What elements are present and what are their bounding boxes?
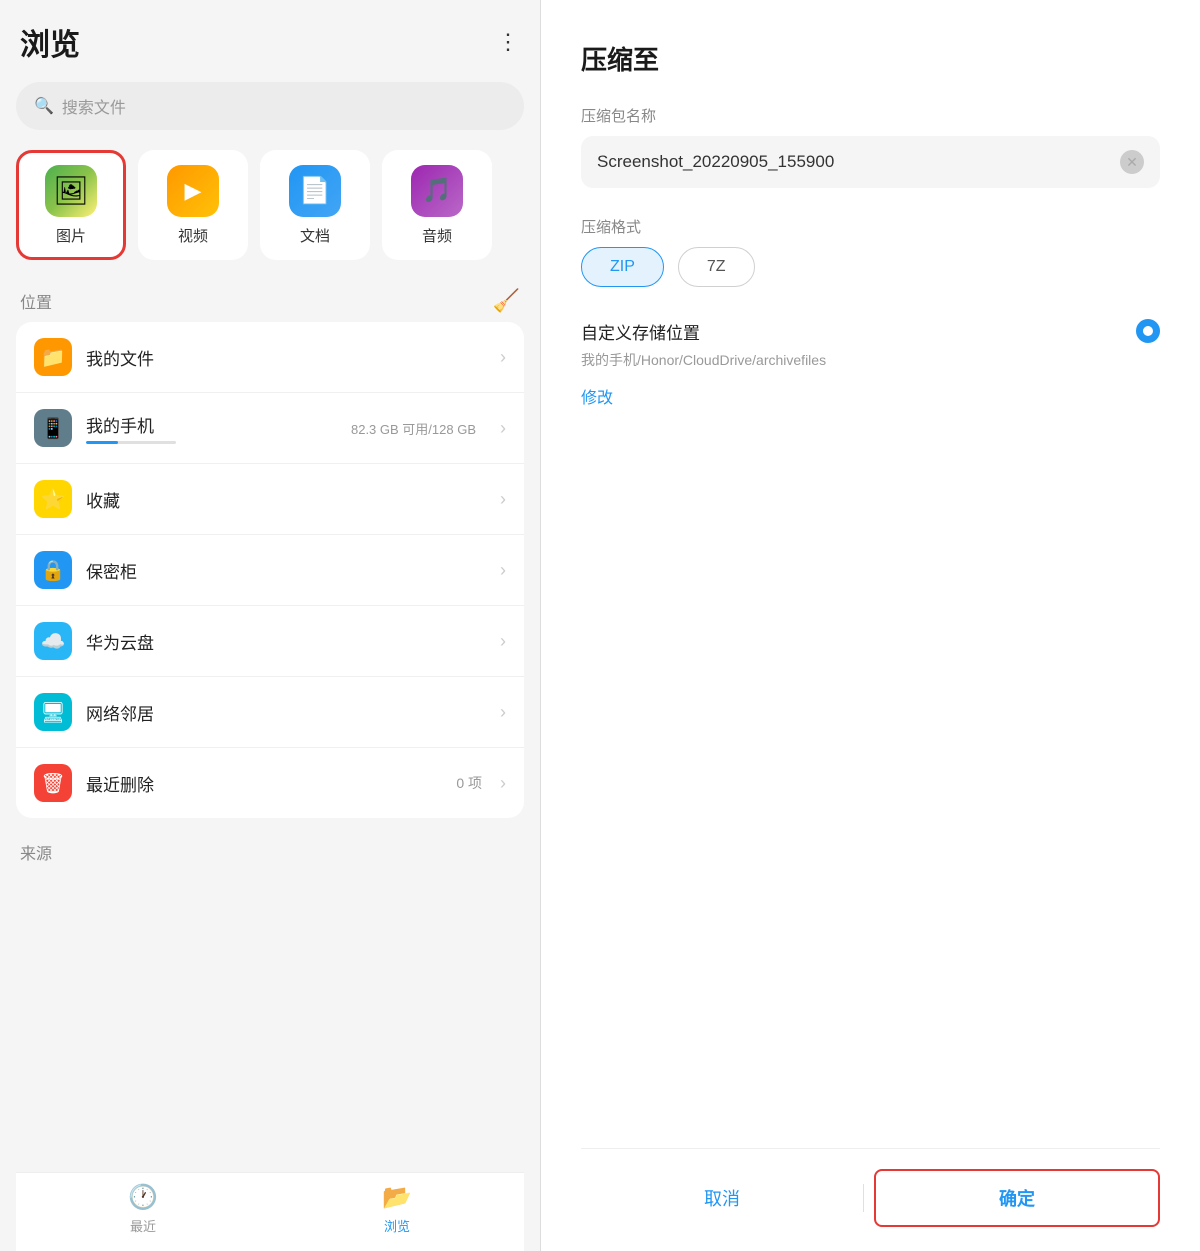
storage-path: 我的手机/Honor/CloudDrive/archivefiles — [581, 350, 1160, 370]
location-safe-label: 保密柜 — [86, 558, 482, 583]
search-icon: 🔍 — [34, 96, 54, 116]
network-icon: 🖥 — [34, 693, 72, 731]
location-safe[interactable]: 🔒 保密柜 › — [16, 535, 524, 606]
custom-storage-radio[interactable] — [1136, 319, 1160, 343]
location-network[interactable]: 🖥 网络邻居 › — [16, 677, 524, 748]
location-myfiles[interactable]: 📁 我的文件 › — [16, 322, 524, 393]
clear-input-button[interactable]: ✕ — [1120, 150, 1144, 174]
source-section-label: 来源 — [16, 840, 524, 864]
music-icon — [411, 165, 463, 217]
location-network-label: 网络邻居 — [86, 700, 482, 725]
star-icon: ⭐ — [34, 480, 72, 518]
location-section-label: 位置 🧹 — [16, 288, 524, 314]
category-images[interactable]: 图片 — [16, 150, 126, 260]
chevron-right-icon: › — [500, 773, 506, 794]
page-title: 浏览 — [20, 20, 80, 64]
clock-icon: 🕐 — [128, 1183, 158, 1212]
phone-icon: 📱 — [34, 409, 72, 447]
images-icon — [45, 165, 97, 217]
tab-recent-label: 最近 — [130, 1216, 156, 1235]
trash-count: 0 项 — [456, 773, 482, 793]
format-label: 压缩格式 — [581, 216, 1160, 237]
video-icon — [167, 165, 219, 217]
storage-detail: 82.3 GB 可用/128 GB — [351, 419, 476, 438]
trash-icon: 🗑 — [34, 764, 72, 802]
storage-fill — [86, 441, 118, 444]
modify-link[interactable]: 修改 — [581, 384, 1160, 408]
archive-name-label: 压缩包名称 — [581, 105, 1160, 126]
cloud-icon: ☁️ — [34, 622, 72, 660]
doc-icon — [289, 165, 341, 217]
cancel-button[interactable]: 取消 — [581, 1171, 863, 1225]
custom-storage-row: 自定义存储位置 — [581, 319, 1160, 344]
category-images-label: 图片 — [56, 225, 86, 246]
category-video-label: 视频 — [178, 225, 208, 246]
location-myphone-label: 我的手机 — [86, 412, 337, 437]
location-trash-label: 最近删除 — [86, 771, 442, 796]
tab-browse-label: 浏览 — [384, 1216, 410, 1235]
archive-name-input[interactable] — [597, 152, 1110, 172]
chevron-right-icon: › — [500, 347, 506, 368]
chevron-right-icon: › — [500, 560, 506, 581]
location-myfiles-label: 我的文件 — [86, 345, 482, 370]
search-bar[interactable]: 🔍 搜索文件 — [16, 82, 524, 130]
folder-icon: 📁 — [34, 338, 72, 376]
chevron-right-icon: › — [500, 631, 506, 652]
location-huaweicloud-label: 华为云盘 — [86, 629, 482, 654]
chevron-right-icon: › — [500, 489, 506, 510]
location-favorites[interactable]: ⭐ 收藏 › — [16, 464, 524, 535]
chevron-right-icon: › — [500, 418, 506, 439]
category-doc-label: 文档 — [300, 225, 330, 246]
chevron-right-icon: › — [500, 702, 506, 723]
right-panel: 压缩至 压缩包名称 ✕ 压缩格式 ZIP 7Z 自定义存储位置 我的手机/Hon… — [541, 0, 1200, 1251]
format-7z-button[interactable]: 7Z — [678, 247, 755, 287]
category-video[interactable]: 视频 — [138, 150, 248, 260]
clean-icon[interactable]: 🧹 — [493, 288, 520, 314]
storage-bar — [86, 441, 176, 444]
category-music[interactable]: 音频 — [382, 150, 492, 260]
browse-icon: 📂 — [382, 1183, 412, 1212]
header-row: 浏览 ⋮ — [16, 20, 524, 64]
more-options-icon[interactable]: ⋮ — [497, 29, 520, 55]
location-list: 📁 我的文件 › 📱 我的手机 82.3 GB 可用/128 GB › ⭐ 收藏… — [16, 322, 524, 818]
location-myphone[interactable]: 📱 我的手机 82.3 GB 可用/128 GB › — [16, 393, 524, 464]
format-zip-button[interactable]: ZIP — [581, 247, 664, 287]
location-favorites-label: 收藏 — [86, 487, 482, 512]
left-panel: 浏览 ⋮ 🔍 搜索文件 图片 视频 文档 音频 位置 🧹 📁 我的文件 — [0, 0, 540, 1251]
custom-storage-label: 自定义存储位置 — [581, 319, 700, 344]
category-row: 图片 视频 文档 音频 — [16, 150, 524, 260]
category-doc[interactable]: 文档 — [260, 150, 370, 260]
location-trash[interactable]: 🗑 最近删除 0 项 › — [16, 748, 524, 818]
tab-recent[interactable]: 🕐 最近 — [16, 1183, 270, 1235]
archive-name-input-row: ✕ — [581, 136, 1160, 188]
format-row: ZIP 7Z — [581, 247, 1160, 287]
location-huaweicloud[interactable]: ☁️ 华为云盘 › — [16, 606, 524, 677]
tab-browse[interactable]: 📂 浏览 — [270, 1183, 524, 1235]
compress-title: 压缩至 — [581, 40, 1160, 77]
action-bar: 取消 确定 — [581, 1148, 1160, 1251]
confirm-button[interactable]: 确定 — [874, 1169, 1160, 1227]
category-music-label: 音频 — [422, 225, 452, 246]
action-divider — [863, 1184, 864, 1212]
bottom-tabs: 🕐 最近 📂 浏览 — [16, 1172, 524, 1251]
search-placeholder: 搜索文件 — [62, 94, 126, 118]
lock-icon: 🔒 — [34, 551, 72, 589]
